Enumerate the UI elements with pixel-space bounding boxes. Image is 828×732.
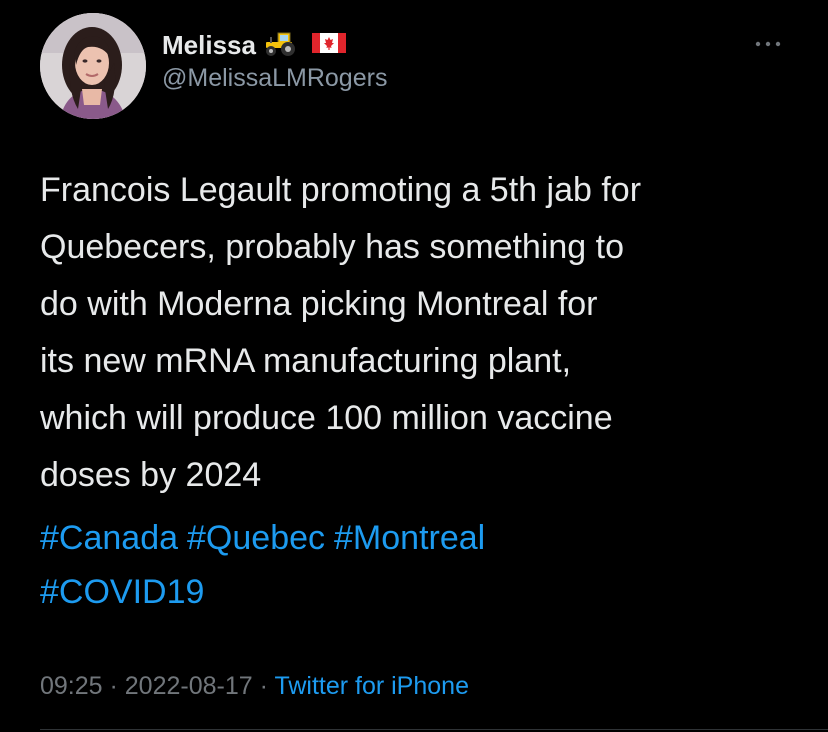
user-handle[interactable]: @MelissaLMRogers xyxy=(162,64,387,93)
tweet-text-line: Francois Legault promoting a 5th jab for xyxy=(40,171,642,209)
hashtag-line: #COVID19 xyxy=(40,565,800,619)
tweet-source-link[interactable]: Twitter for iPhone xyxy=(274,672,469,700)
canada-flag-icon xyxy=(311,31,346,60)
tweet-text-line: Quebecers, probably has something to xyxy=(40,228,625,266)
tweet-meta: 09:25 · 2022-08-17 · Twitter for iPhone xyxy=(40,672,469,701)
hashtags: #Canada #Quebec #Montreal #COVID19 xyxy=(40,511,800,619)
avatar[interactable] xyxy=(40,13,146,119)
hashtag-line: #Canada #Quebec #Montreal xyxy=(40,511,800,565)
meta-separator: · xyxy=(252,672,275,700)
name-row: Melissa xyxy=(162,28,387,62)
tweet-text-line: do with Moderna picking Montreal for xyxy=(40,285,598,323)
tweet-text-line: its new mRNA manufacturing plant, xyxy=(40,342,572,380)
more-horizontal-icon xyxy=(755,41,781,47)
tweet-text: Francois Legault promoting a 5th jab for… xyxy=(40,162,800,504)
tweet-text-line: doses by 2024 xyxy=(40,456,262,494)
avatar-photo xyxy=(40,13,146,119)
hashtag-montreal[interactable]: #Montreal xyxy=(334,519,485,557)
hashtag-canada[interactable]: #Canada xyxy=(40,519,178,557)
tweet-text-line: which will produce 100 million vaccine xyxy=(40,399,613,437)
more-options-button[interactable] xyxy=(750,34,790,54)
meta-separator: · xyxy=(102,672,125,700)
author-info: Melissa @MelissaLMRogers xyxy=(162,28,387,93)
tweet-detail: Melissa @MelissaLMRogers Francois Legaul… xyxy=(0,0,828,732)
hashtag-covid19[interactable]: #COVID19 xyxy=(40,573,204,611)
display-name[interactable]: Melissa xyxy=(162,30,256,61)
hashtag-quebec[interactable]: #Quebec xyxy=(187,519,325,557)
tractor-emoji-icon xyxy=(264,29,298,62)
divider xyxy=(40,729,828,730)
tweet-time[interactable]: 09:25 xyxy=(40,672,103,700)
tweet-date[interactable]: 2022-08-17 xyxy=(125,672,253,700)
